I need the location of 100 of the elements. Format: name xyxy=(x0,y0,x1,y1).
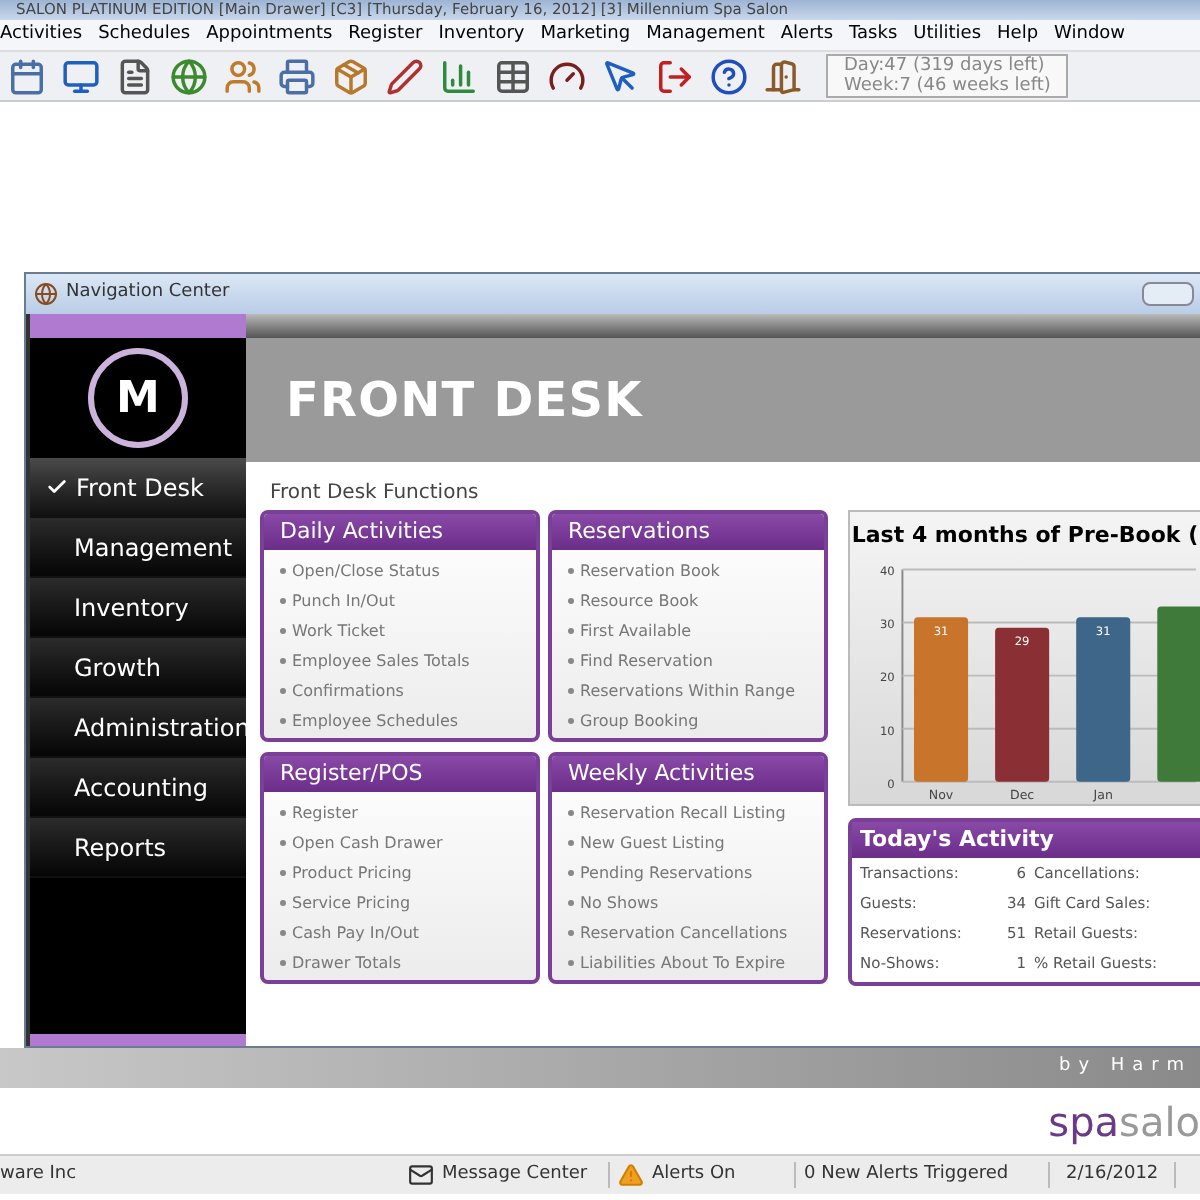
section-title: Front Desk Functions xyxy=(268,480,481,508)
function-link[interactable]: Register xyxy=(292,801,358,825)
function-link[interactable]: Employee Sales Totals xyxy=(292,649,470,673)
card-title: Reservations xyxy=(552,514,824,550)
bullet-icon xyxy=(280,900,286,906)
sidebar-item[interactable]: Reports xyxy=(30,818,246,878)
logo: M xyxy=(88,348,188,448)
function-link[interactable]: First Available xyxy=(580,619,692,643)
bullet-icon xyxy=(568,960,574,966)
bullet-icon xyxy=(280,658,286,664)
bullet-icon xyxy=(280,598,286,604)
function-link[interactable]: Product Pricing xyxy=(292,861,412,885)
menu-item[interactable]: Schedules xyxy=(98,21,191,49)
function-link[interactable]: Resource Book xyxy=(580,589,699,613)
footer-text: by Harm xyxy=(1059,1054,1192,1081)
function-link[interactable]: Open/Close Status xyxy=(292,559,440,583)
warning-icon xyxy=(618,1162,644,1188)
menu-item[interactable]: Inventory xyxy=(438,21,525,49)
people-icon[interactable] xyxy=(224,57,262,95)
card-title: Daily Activities xyxy=(264,514,536,550)
new-alerts-text: 0 New Alerts Triggered xyxy=(796,1161,1050,1189)
bullet-icon xyxy=(280,930,286,936)
function-link[interactable]: Cash Pay In/Out xyxy=(292,921,420,945)
bullet-icon xyxy=(568,930,574,936)
gauge-icon[interactable] xyxy=(548,57,586,95)
printer-icon[interactable] xyxy=(278,57,316,95)
minimize-button[interactable] xyxy=(1142,282,1194,306)
calendar-icon[interactable] xyxy=(8,57,46,95)
bullet-icon xyxy=(568,840,574,846)
status-company: ware Inc xyxy=(0,1161,79,1188)
function-link[interactable]: New Guest Listing xyxy=(580,831,725,855)
sidebar-item[interactable]: Inventory xyxy=(30,578,246,638)
function-link[interactable]: Find Reservation xyxy=(580,649,713,673)
bullet-icon xyxy=(280,718,286,724)
function-link[interactable]: No Shows xyxy=(580,891,659,915)
function-link[interactable]: Reservation Cancellations xyxy=(580,921,788,945)
function-link[interactable]: Open Cash Drawer xyxy=(292,831,443,855)
function-link[interactable]: Employee Schedules xyxy=(292,709,459,733)
sidebar-item[interactable]: Front Desk xyxy=(30,458,246,518)
bullet-icon xyxy=(280,840,286,846)
bullet-icon xyxy=(280,810,286,816)
check-icon xyxy=(46,476,68,498)
function-link[interactable]: Service Pricing xyxy=(292,891,411,915)
sidebar-item[interactable]: Growth xyxy=(30,638,246,698)
door-icon[interactable] xyxy=(764,57,802,95)
function-link[interactable]: Reservations Within Range xyxy=(580,679,796,703)
bullet-icon xyxy=(568,718,574,724)
sidebar-item[interactable]: Accounting xyxy=(30,758,246,818)
exit-icon[interactable] xyxy=(656,57,694,95)
card-title: Register/POS xyxy=(264,756,536,792)
function-link[interactable]: Work Ticket xyxy=(292,619,385,643)
sidebar-item[interactable]: Management xyxy=(30,518,246,578)
bullet-icon xyxy=(568,688,574,694)
bullet-icon xyxy=(280,960,286,966)
bullet-icon xyxy=(568,628,574,634)
document-icon[interactable] xyxy=(116,57,154,95)
header-title: FRONT DESK xyxy=(286,370,643,432)
box-icon[interactable] xyxy=(332,57,370,95)
menu-item[interactable]: Marketing xyxy=(540,21,631,49)
bullet-icon xyxy=(568,598,574,604)
bullet-icon xyxy=(280,870,286,876)
function-link[interactable]: Punch In/Out xyxy=(292,589,395,613)
day-counter-text: Day:47 (319 days left) xyxy=(844,56,1047,76)
window-app-icon xyxy=(34,282,58,306)
table-icon[interactable] xyxy=(494,57,532,95)
help-icon[interactable] xyxy=(710,57,748,95)
menu-item[interactable]: Help xyxy=(997,21,1039,49)
alerts-status[interactable]: Alerts On xyxy=(610,1161,796,1189)
menu-item[interactable]: Register xyxy=(348,21,423,49)
pen-icon[interactable] xyxy=(386,57,424,95)
bullet-icon xyxy=(280,688,286,694)
bullet-icon xyxy=(568,658,574,664)
function-link[interactable]: Reservation Recall Listing xyxy=(580,801,786,825)
bullet-icon xyxy=(280,628,286,634)
function-link[interactable]: Liabilities About To Expire xyxy=(580,951,786,975)
bullet-icon xyxy=(568,870,574,876)
function-link[interactable]: Reservation Book xyxy=(580,559,720,583)
function-link[interactable]: Group Booking xyxy=(580,709,699,733)
menu-item[interactable]: Utilities xyxy=(913,21,982,49)
brand-text: spasalo xyxy=(1048,1095,1200,1149)
function-link[interactable]: Confirmations xyxy=(292,679,404,703)
function-link[interactable]: Drawer Totals xyxy=(292,951,401,975)
message-center-button[interactable]: Message Center xyxy=(400,1161,610,1189)
monitor-icon[interactable] xyxy=(62,57,100,95)
pointer-icon[interactable] xyxy=(602,57,640,95)
envelope-icon xyxy=(408,1162,434,1188)
globe-icon[interactable] xyxy=(170,57,208,95)
menu-item[interactable]: Alerts xyxy=(780,21,834,49)
menu-item[interactable]: Window xyxy=(1054,21,1126,49)
menu-item[interactable]: Activities xyxy=(0,21,83,49)
menu-item[interactable]: Management xyxy=(646,21,765,49)
bullet-icon xyxy=(280,568,286,574)
sidebar-item[interactable]: Administration xyxy=(30,698,246,758)
card-title: Weekly Activities xyxy=(552,756,824,792)
menu-item[interactable]: Appointments xyxy=(206,21,333,49)
function-link[interactable]: Pending Reservations xyxy=(580,861,753,885)
bar-chart-icon[interactable] xyxy=(440,57,478,95)
bullet-icon xyxy=(568,568,574,574)
activity-title: Today's Activity xyxy=(852,822,1200,858)
menu-item[interactable]: Tasks xyxy=(849,21,898,49)
